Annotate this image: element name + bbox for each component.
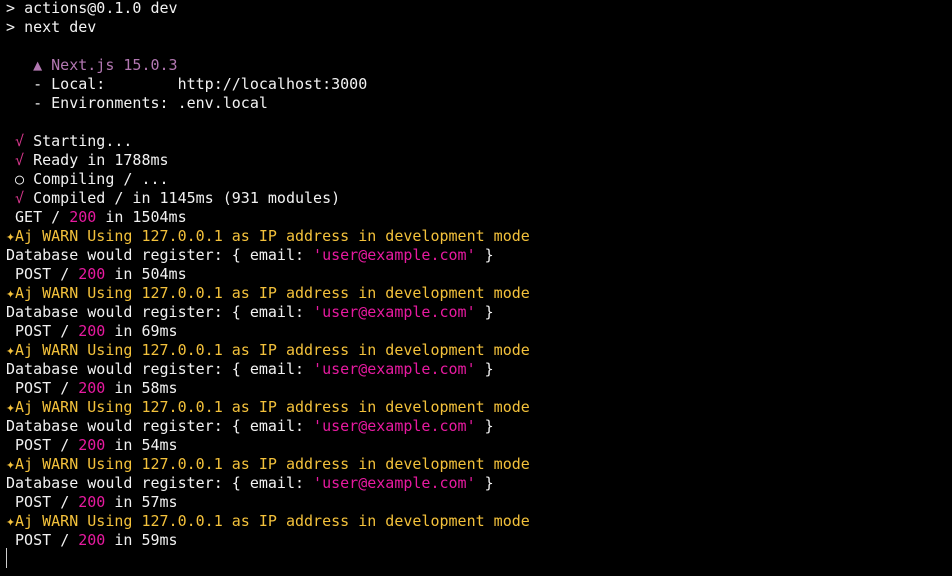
email-string: 'user@example.com'	[313, 303, 476, 321]
warning-line: ✦Aj WARN Using 127.0.0.1 as IP address i…	[6, 512, 530, 530]
request-duration: in 504ms	[114, 265, 187, 283]
local-url-link[interactable]: http://localhost:3000	[178, 75, 368, 93]
nextjs-version-text: ▲ Next.js 15.0.3	[33, 56, 178, 74]
request-method: GET	[15, 208, 43, 226]
terminal-output[interactable]: > actions@0.1.0 dev > next dev ▲ Next.js…	[0, 0, 952, 576]
database-log-suffix: }	[475, 246, 494, 264]
request-duration: in 54ms	[114, 436, 178, 454]
prompt-symbol: >	[6, 18, 25, 36]
command-line: > next dev	[6, 18, 952, 37]
status-code: 200	[78, 322, 106, 340]
database-log-line: Database would register: { email: 'user@…	[6, 360, 952, 379]
warning-line: ✦Aj WARN Using 127.0.0.1 as IP address i…	[6, 227, 530, 245]
status-code: 200	[78, 436, 106, 454]
request-log-line: POST / 200 in 69ms	[6, 322, 952, 341]
status-code: 200	[78, 265, 106, 283]
request-method: POST	[15, 322, 52, 340]
step-text: Ready in 1788ms	[33, 151, 169, 169]
step-text: Starting...	[33, 132, 133, 150]
status-code: 200	[78, 531, 106, 549]
request-path: /	[60, 436, 70, 454]
check-icon: √	[15, 132, 25, 150]
database-log-line: Database would register: { email: 'user@…	[6, 417, 952, 436]
environments-label: - Environments:	[33, 94, 178, 112]
request-path: /	[60, 265, 70, 283]
database-log-prefix: Database would register: { email:	[6, 303, 314, 321]
step-line: √ Compiled / in 1145ms (931 modules)	[6, 189, 952, 208]
request-log-line: POST / 200 in 504ms	[6, 265, 952, 284]
database-log-prefix: Database would register: { email:	[6, 360, 314, 378]
step-text: Compiled / in 1145ms (931 modules)	[33, 189, 341, 207]
circle-icon: ○	[15, 170, 25, 188]
request-path: /	[60, 322, 70, 340]
database-log-prefix: Database would register: { email:	[6, 417, 314, 435]
email-string: 'user@example.com'	[313, 360, 476, 378]
database-log-suffix: }	[475, 474, 494, 492]
database-log-line: Database would register: { email: 'user@…	[6, 474, 952, 493]
request-method: POST	[15, 379, 52, 397]
database-log-prefix: Database would register: { email:	[6, 474, 314, 492]
request-path: /	[60, 379, 70, 397]
environments-value: .env.local	[177, 94, 268, 112]
request-log-line: POST / 200 in 58ms	[6, 379, 952, 398]
local-label: - Local:	[33, 75, 178, 93]
warning-line: ✦Aj WARN Using 127.0.0.1 as IP address i…	[6, 341, 530, 359]
request-path: /	[60, 531, 70, 549]
check-icon: √	[15, 189, 25, 207]
database-log-suffix: }	[475, 303, 494, 321]
warning-line: ✦Aj WARN Using 127.0.0.1 as IP address i…	[6, 398, 530, 416]
warning-line: ✦Aj WARN Using 127.0.0.1 as IP address i…	[6, 284, 530, 302]
request-path: /	[51, 208, 61, 226]
prompt-symbol: >	[6, 0, 25, 17]
request-duration: in 58ms	[114, 379, 178, 397]
request-duration: in 1504ms	[105, 208, 187, 226]
request-method: POST	[15, 436, 52, 454]
command-line: > actions@0.1.0 dev	[6, 0, 952, 18]
environments-line: - Environments: .env.local	[6, 94, 952, 113]
command-text: next dev	[24, 18, 97, 36]
database-log-suffix: }	[475, 417, 494, 435]
request-log-line: POST / 200 in 59ms	[6, 531, 952, 550]
step-line: √ Ready in 1788ms	[6, 151, 952, 170]
request-duration: in 59ms	[114, 531, 178, 549]
email-string: 'user@example.com'	[313, 246, 476, 264]
database-log-prefix: Database would register: { email:	[6, 246, 314, 264]
database-log-suffix: }	[475, 360, 494, 378]
database-log-line: Database would register: { email: 'user@…	[6, 303, 952, 322]
command-text: actions@0.1.0 dev	[24, 0, 178, 17]
local-url-line: - Local: http://localhost:3000	[6, 75, 952, 94]
request-method: POST	[15, 265, 52, 283]
database-log-line: Database would register: { email: 'user@…	[6, 246, 952, 265]
step-line: √ Starting...	[6, 132, 952, 151]
text-cursor	[6, 548, 7, 568]
request-log-line: GET / 200 in 1504ms	[6, 208, 952, 227]
email-string: 'user@example.com'	[313, 417, 476, 435]
request-log-line: POST / 200 in 54ms	[6, 436, 952, 455]
status-code: 200	[78, 379, 106, 397]
request-duration: in 69ms	[114, 322, 178, 340]
request-path: /	[60, 493, 70, 511]
warning-line: ✦Aj WARN Using 127.0.0.1 as IP address i…	[6, 455, 530, 473]
request-method: POST	[15, 493, 52, 511]
status-code: 200	[78, 493, 106, 511]
status-code: 200	[69, 208, 97, 226]
nextjs-version: ▲ Next.js 15.0.3	[6, 56, 952, 75]
step-line: ○ Compiling / ...	[6, 170, 952, 189]
request-duration: in 57ms	[114, 493, 178, 511]
check-icon: √	[15, 151, 25, 169]
request-log-line: POST / 200 in 57ms	[6, 493, 952, 512]
request-method: POST	[15, 531, 52, 549]
step-text: Compiling / ...	[33, 170, 169, 188]
email-string: 'user@example.com'	[313, 474, 476, 492]
